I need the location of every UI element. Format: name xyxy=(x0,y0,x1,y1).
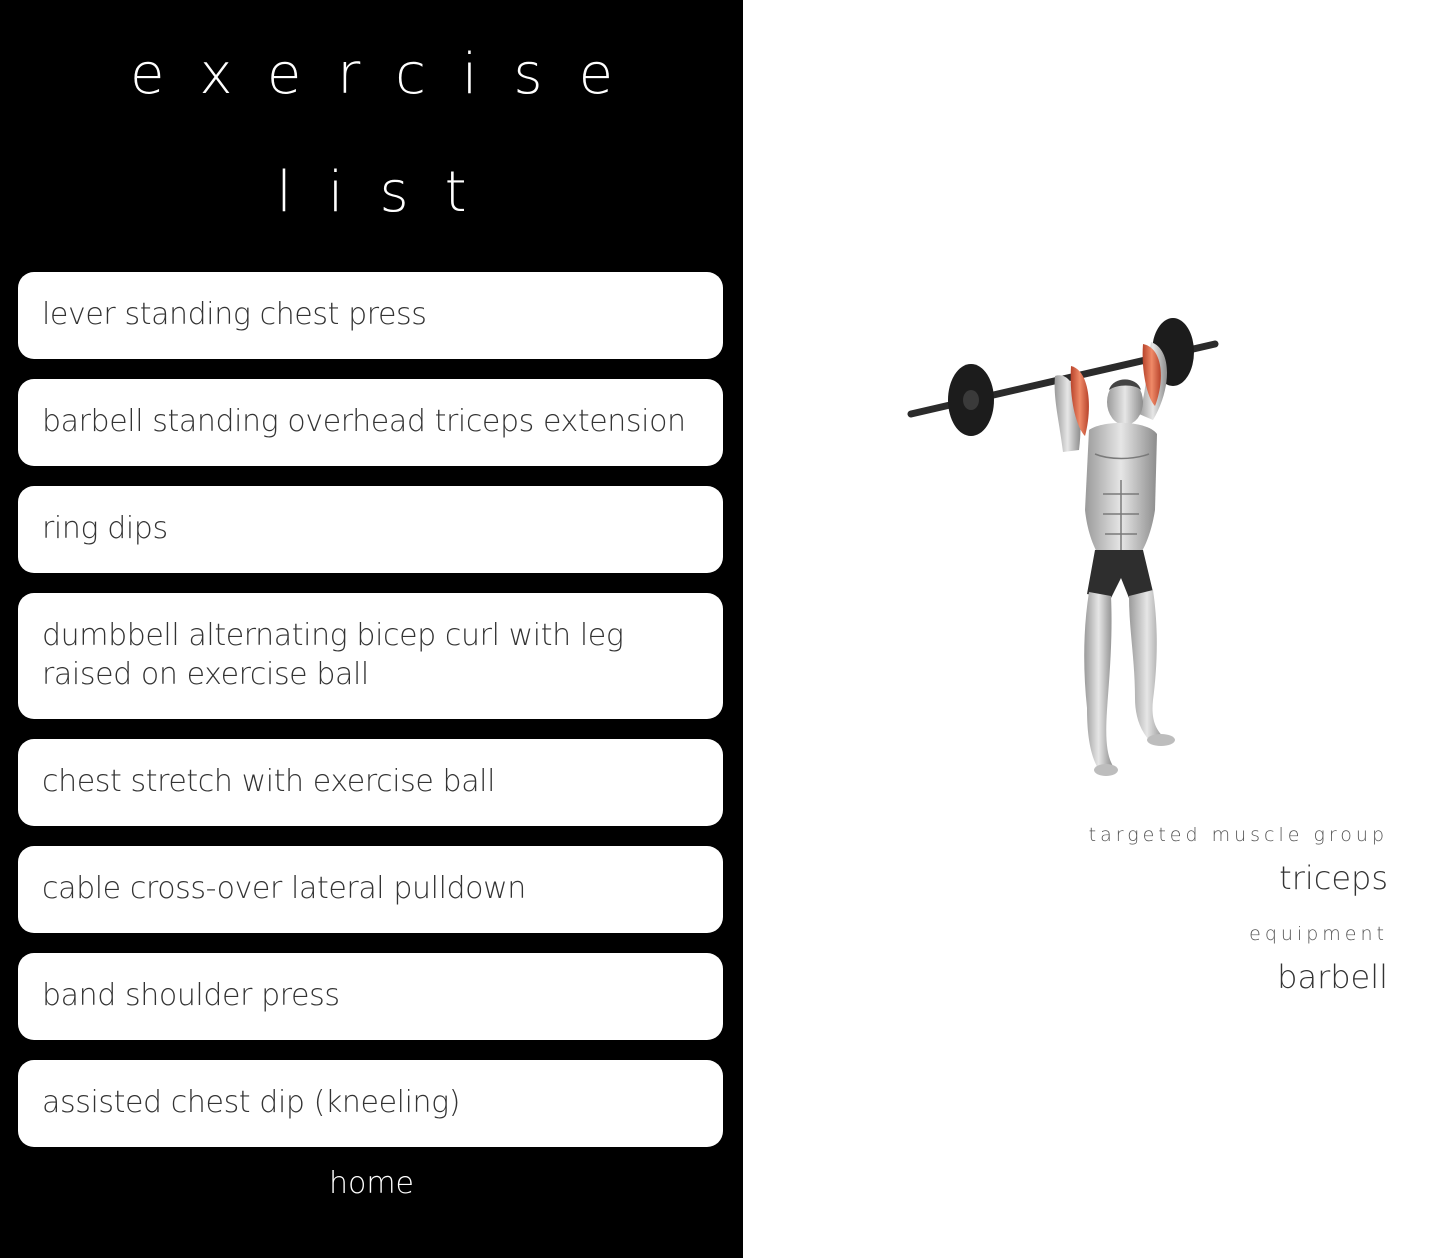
page-title: exercise list xyxy=(0,0,743,252)
exercise-list: lever standing chest press barbell stand… xyxy=(18,272,723,1167)
exercise-item-label: assisted chest dip (kneeling) xyxy=(42,1085,461,1120)
exercise-item-band-shoulder-press[interactable]: band shoulder press xyxy=(18,953,723,1040)
exercise-item-chest-stretch-with-exercise-ball[interactable]: chest stretch with exercise ball xyxy=(18,739,723,826)
equipment-caption: equipment xyxy=(1249,923,1388,945)
exercise-list-panel: exercise list lever standing chest press… xyxy=(0,0,743,1258)
exercise-item-barbell-standing-overhead-triceps-extension[interactable]: barbell standing overhead triceps extens… xyxy=(18,379,723,466)
exercise-item-assisted-chest-dip[interactable]: assisted chest dip (kneeling) xyxy=(18,1060,723,1147)
exercise-item-label: ring dips xyxy=(42,511,168,546)
page-title-line-2: list xyxy=(276,160,503,225)
exercise-item-label: barbell standing overhead triceps extens… xyxy=(42,404,686,439)
exercise-item-label: chest stretch with exercise ball xyxy=(42,764,496,799)
home-link[interactable]: home xyxy=(0,1166,743,1201)
equipment-value: barbell xyxy=(1277,958,1388,996)
exercise-item-label: lever standing chest press xyxy=(42,297,427,332)
page-title-line-1: exercise xyxy=(129,42,650,107)
exercise-item-cable-cross-over-lateral-pulldown[interactable]: cable cross-over lateral pulldown xyxy=(18,846,723,933)
targeted-muscle-group-caption: targeted muscle group xyxy=(1088,824,1388,846)
exercise-detail-panel: targeted muscle group triceps equipment … xyxy=(743,0,1434,1258)
targeted-muscle-group-value: triceps xyxy=(1279,859,1388,897)
exercise-item-label: cable cross-over lateral pulldown xyxy=(42,871,526,906)
equipment: equipment barbell xyxy=(1249,921,1388,997)
exercise-item-lever-standing-chest-press[interactable]: lever standing chest press xyxy=(18,272,723,359)
exercise-item-dumbbell-alternating-bicep-curl[interactable]: dumbbell alternating bicep curl with leg… xyxy=(18,593,723,719)
exercise-item-label: dumbbell alternating bicep curl with leg… xyxy=(42,618,624,692)
exercise-item-label: band shoulder press xyxy=(42,978,340,1013)
exercise-item-ring-dips[interactable]: ring dips xyxy=(18,486,723,573)
targeted-muscle-group: targeted muscle group triceps xyxy=(1089,822,1388,898)
app-root: exercise list lever standing chest press… xyxy=(0,0,1434,1258)
barbell-overhead-triceps-extension-illustration xyxy=(907,318,1219,776)
